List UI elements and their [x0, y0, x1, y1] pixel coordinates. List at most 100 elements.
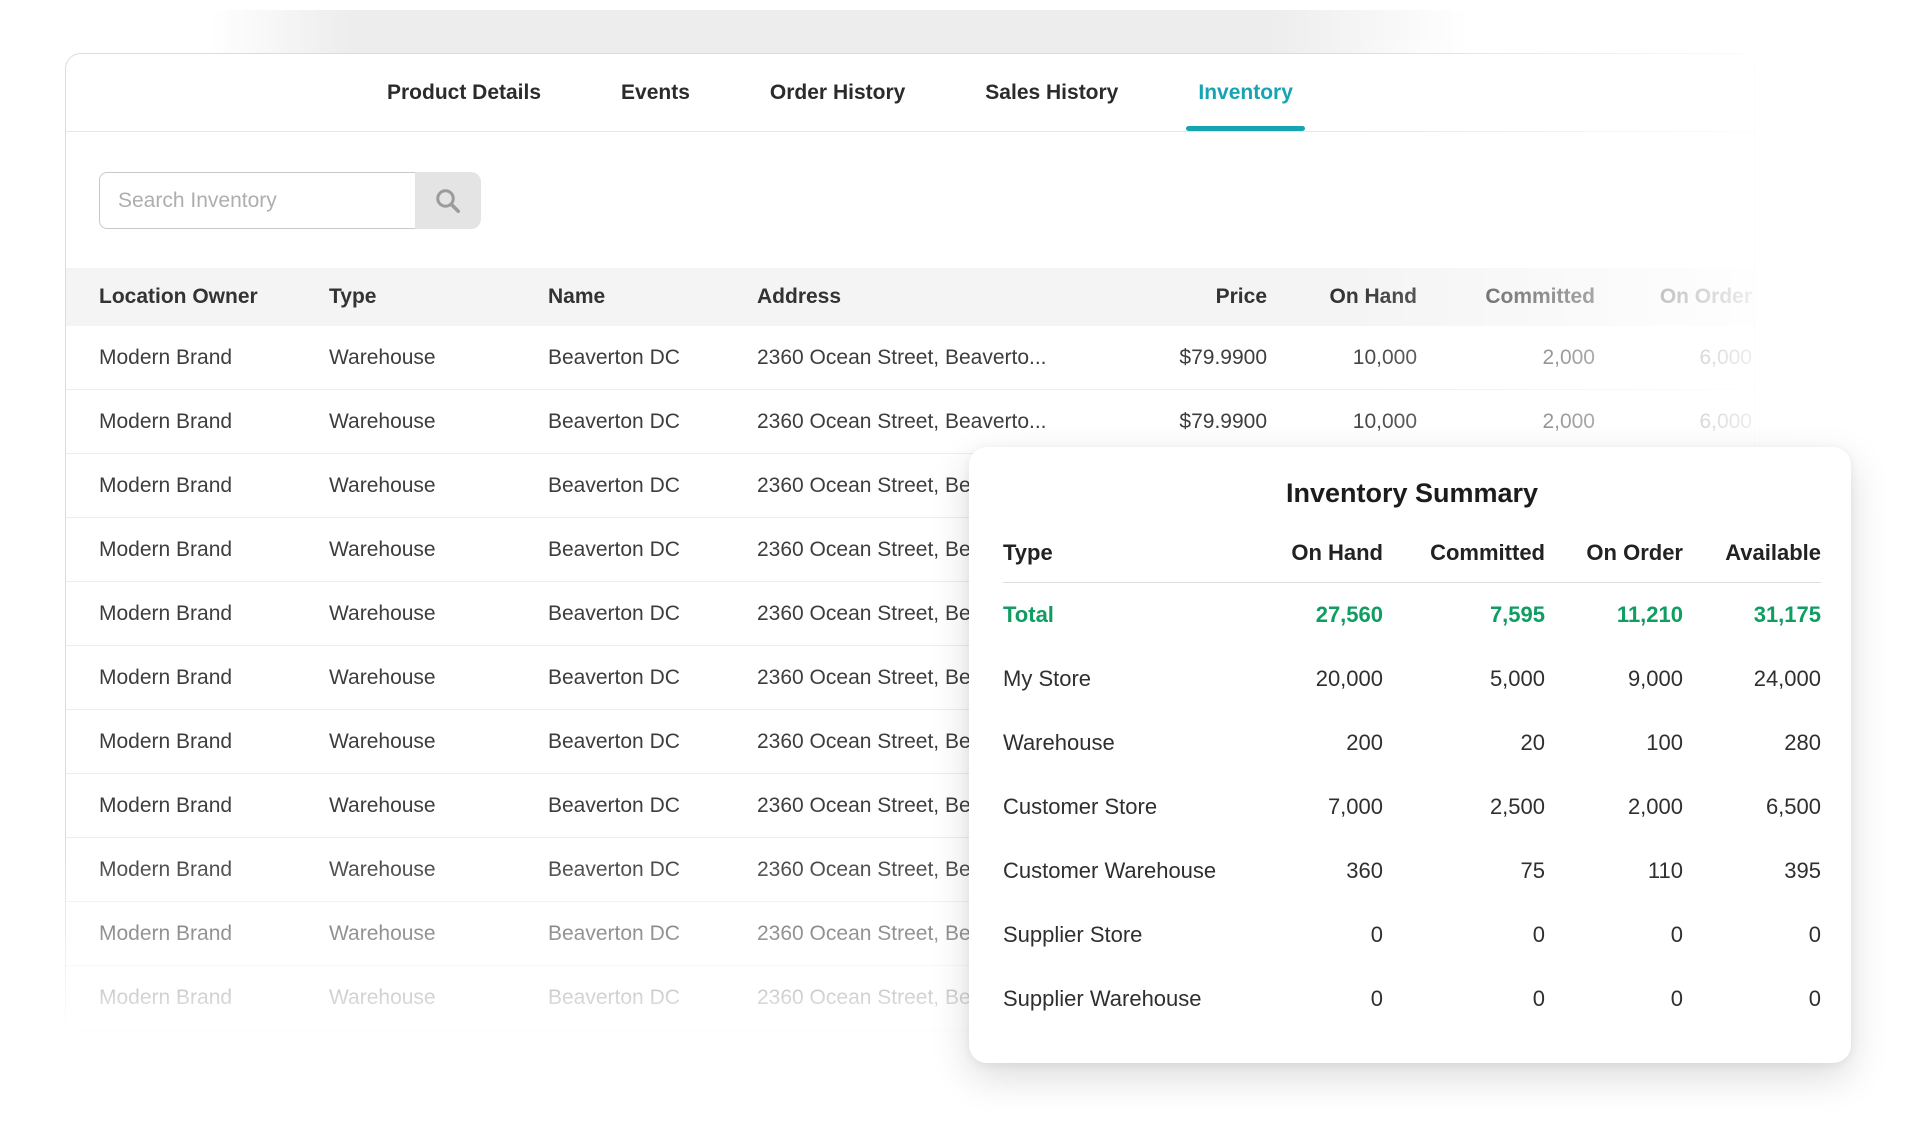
summary-cell-on-order: 9,000 [1545, 666, 1683, 692]
cell-committed: 2,000 [1417, 346, 1595, 370]
summary-column-header-committed: Committed [1383, 540, 1545, 566]
cell-name: Beaverton DC [548, 602, 757, 626]
cell-location-owner: Modern Brand [99, 794, 329, 818]
cell-on-order: 6,000 [1595, 410, 1752, 434]
cell-name: Beaverton DC [548, 410, 757, 434]
summary-column-header-available: Available [1683, 540, 1821, 566]
summary-column-header-on-hand: On Hand [1235, 540, 1383, 566]
summary-column-header-on-order: On Order [1545, 540, 1683, 566]
cell-location-owner: Modern Brand [99, 602, 329, 626]
tab-order-history[interactable]: Order History [770, 54, 905, 131]
summary-cell-type: My Store [1003, 666, 1235, 692]
summary-cell-on-hand: 0 [1235, 922, 1383, 948]
tab-bar: Product Details Events Order History Sales … [66, 54, 1754, 132]
summary-table-header: TypeOn HandCommittedOn OrderAvailable [1003, 523, 1821, 583]
cell-location-owner: Modern Brand [99, 346, 329, 370]
table-row[interactable]: Modern BrandWarehouseBeaverton DC2360 Oc… [66, 326, 1754, 390]
cell-type: Warehouse [329, 986, 548, 1010]
cell-location-owner: Modern Brand [99, 474, 329, 498]
inventory-summary-popup: Inventory Summary TypeOn HandCommittedOn… [969, 447, 1851, 1063]
search-input[interactable] [99, 172, 415, 229]
summary-cell-available: 0 [1683, 986, 1821, 1012]
tab-sales-history[interactable]: Sales History [985, 54, 1118, 131]
cell-location-owner: Modern Brand [99, 986, 329, 1010]
summary-row-customer-store: Customer Store7,0002,5002,0006,500 [1003, 775, 1821, 839]
summary-row-supplier-warehouse: Supplier Warehouse0000 [1003, 967, 1821, 1031]
summary-cell-type: Supplier Warehouse [1003, 986, 1235, 1012]
summary-cell-committed: 75 [1383, 858, 1545, 884]
summary-cell-on-order: 110 [1545, 858, 1683, 884]
summary-row-total: Total27,5607,59511,21031,175 [1003, 583, 1821, 647]
summary-cell-on-order: 100 [1545, 730, 1683, 756]
table-row[interactable]: Modern BrandWarehouseBeaverton DC2360 Oc… [66, 390, 1754, 454]
cell-location-owner: Modern Brand [99, 922, 329, 946]
cell-location-owner: Modern Brand [99, 858, 329, 882]
summary-cell-committed: 5,000 [1383, 666, 1545, 692]
summary-table-body: Total27,5607,59511,21031,175My Store20,0… [1003, 583, 1821, 1031]
cell-address: 2360 Ocean Street, Beaverto... [757, 410, 1117, 434]
summary-cell-committed: 7,595 [1383, 602, 1545, 628]
summary-row-my-store: My Store20,0005,0009,00024,000 [1003, 647, 1821, 711]
summary-cell-type: Customer Warehouse [1003, 858, 1235, 884]
column-header-name: Name [548, 285, 757, 309]
cell-type: Warehouse [329, 346, 548, 370]
summary-cell-on-hand: 27,560 [1235, 602, 1383, 628]
cell-name: Beaverton DC [548, 794, 757, 818]
search-section [66, 132, 1754, 268]
cell-type: Warehouse [329, 602, 548, 626]
cell-on-hand: 10,000 [1267, 410, 1417, 434]
summary-cell-on-order: 11,210 [1545, 602, 1683, 628]
summary-cell-committed: 20 [1383, 730, 1545, 756]
summary-cell-on-hand: 7,000 [1235, 794, 1383, 820]
summary-cell-available: 0 [1683, 922, 1821, 948]
cell-location-owner: Modern Brand [99, 666, 329, 690]
cell-type: Warehouse [329, 794, 548, 818]
cell-name: Beaverton DC [548, 538, 757, 562]
summary-cell-available: 395 [1683, 858, 1821, 884]
search-icon [433, 186, 463, 216]
summary-cell-available: 31,175 [1683, 602, 1821, 628]
cell-committed: 2,000 [1417, 410, 1595, 434]
summary-cell-type: Supplier Store [1003, 922, 1235, 948]
tab-product-details[interactable]: Product Details [387, 54, 541, 131]
tab-events[interactable]: Events [621, 54, 690, 131]
cell-name: Beaverton DC [548, 858, 757, 882]
summary-cell-committed: 2,500 [1383, 794, 1545, 820]
cell-type: Warehouse [329, 666, 548, 690]
summary-cell-committed: 0 [1383, 922, 1545, 948]
summary-cell-on-hand: 20,000 [1235, 666, 1383, 692]
summary-cell-available: 280 [1683, 730, 1821, 756]
cell-type: Warehouse [329, 730, 548, 754]
summary-cell-on-hand: 200 [1235, 730, 1383, 756]
summary-cell-available: 24,000 [1683, 666, 1821, 692]
cell-name: Beaverton DC [548, 474, 757, 498]
cell-type: Warehouse [329, 474, 548, 498]
search-box [99, 172, 481, 229]
cell-name: Beaverton DC [548, 666, 757, 690]
column-header-price: Price [1117, 285, 1267, 309]
summary-cell-on-hand: 0 [1235, 986, 1383, 1012]
column-header-on-order: On Order [1595, 285, 1752, 309]
page: Product Details Events Order History Sales … [0, 0, 1920, 1138]
cell-price: $79.9900 [1117, 410, 1267, 434]
summary-cell-type: Total [1003, 602, 1235, 628]
inventory-summary-title: Inventory Summary [1003, 473, 1821, 513]
cell-location-owner: Modern Brand [99, 538, 329, 562]
search-button[interactable] [415, 172, 481, 229]
summary-cell-available: 6,500 [1683, 794, 1821, 820]
summary-cell-type: Customer Store [1003, 794, 1235, 820]
tab-inventory[interactable]: Inventory [1198, 54, 1293, 131]
cell-type: Warehouse [329, 858, 548, 882]
summary-row-customer-warehouse: Customer Warehouse36075110395 [1003, 839, 1821, 903]
cell-location-owner: Modern Brand [99, 410, 329, 434]
cell-address: 2360 Ocean Street, Beaverto... [757, 346, 1117, 370]
cell-type: Warehouse [329, 538, 548, 562]
cell-name: Beaverton DC [548, 346, 757, 370]
summary-row-warehouse: Warehouse20020100280 [1003, 711, 1821, 775]
summary-column-header-type: Type [1003, 540, 1235, 566]
inventory-table-header: Location OwnerTypeNameAddressPriceOn Han… [66, 268, 1754, 326]
cell-price: $79.9900 [1117, 346, 1267, 370]
column-header-location-owner: Location Owner [99, 285, 329, 309]
column-header-on-hand: On Hand [1267, 285, 1417, 309]
cell-location-owner: Modern Brand [99, 730, 329, 754]
